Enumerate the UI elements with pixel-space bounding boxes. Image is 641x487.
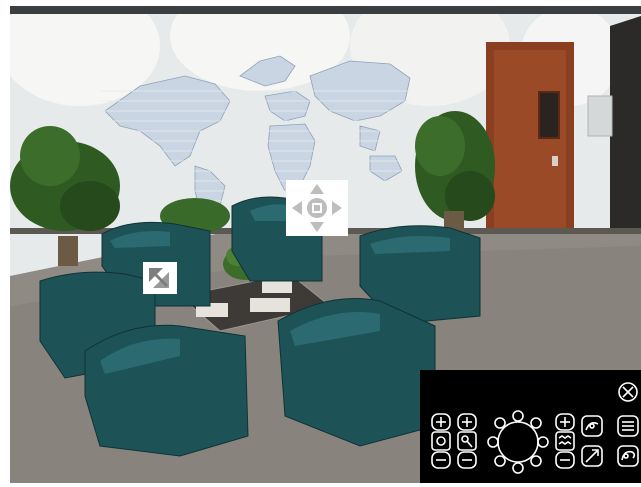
diagonal-resize-icon[interactable] bbox=[143, 262, 177, 294]
preset-icon[interactable] bbox=[581, 415, 603, 437]
camera-viewer bbox=[0, 0, 641, 483]
pan-control-widget[interactable] bbox=[286, 180, 348, 236]
iris-minus-icon[interactable] bbox=[555, 451, 575, 469]
snapshot-icon[interactable] bbox=[581, 445, 603, 467]
menu-icon[interactable] bbox=[617, 415, 639, 437]
iris-icon[interactable] bbox=[555, 431, 575, 451]
zoom-in-plus-icon[interactable] bbox=[431, 413, 451, 431]
pan-arrows-icon[interactable] bbox=[286, 180, 348, 236]
zoom-out-minus-icon[interactable] bbox=[431, 451, 451, 469]
corner-control-widget[interactable] bbox=[143, 262, 177, 294]
office-door bbox=[486, 42, 574, 232]
settings-icon[interactable] bbox=[617, 445, 639, 467]
iris-plus-icon[interactable] bbox=[555, 413, 575, 431]
control-panel-graphics bbox=[431, 382, 639, 474]
focus-plus-icon[interactable] bbox=[457, 413, 477, 431]
focus-minus-icon[interactable] bbox=[457, 451, 477, 469]
close-icon[interactable] bbox=[618, 382, 638, 402]
focus-icon[interactable] bbox=[457, 431, 477, 451]
direction-wheel-icon[interactable] bbox=[487, 410, 549, 474]
zoom-level-icon[interactable] bbox=[431, 431, 451, 451]
camera-control-panel bbox=[420, 370, 641, 483]
